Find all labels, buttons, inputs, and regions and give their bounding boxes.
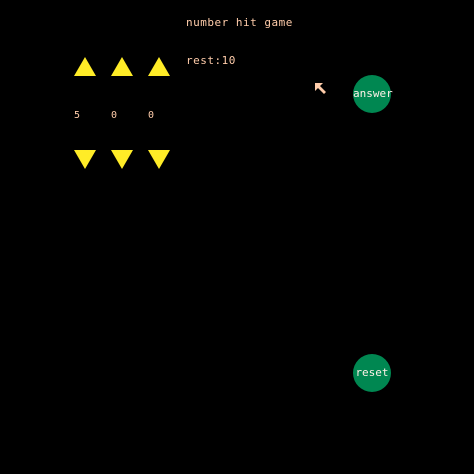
digit-3-down-arrow-icon[interactable] [148,150,170,169]
digit-1-up-arrow-icon[interactable] [74,57,96,76]
digit-1: 5 [73,110,81,121]
digit-3-up-arrow-icon[interactable] [148,57,170,76]
digit-3: 0 [147,110,155,121]
game-title: number hit game [186,16,293,29]
digit-2-up-arrow-icon[interactable] [111,57,133,76]
answer-button-label: answer [353,87,393,100]
reset-button[interactable]: reset [353,354,391,392]
digit-2: 0 [110,110,118,121]
reset-button-label: reset [355,366,389,379]
mouse-pointer-icon [315,83,326,94]
digit-2-down-arrow-icon[interactable] [111,150,133,169]
digit-1-down-arrow-icon[interactable] [74,150,96,169]
rest-counter: rest:10 [186,54,236,67]
answer-button[interactable]: answer [353,75,393,113]
game-screen: number hit game rest:10 5 0 0 answer res… [0,0,474,474]
